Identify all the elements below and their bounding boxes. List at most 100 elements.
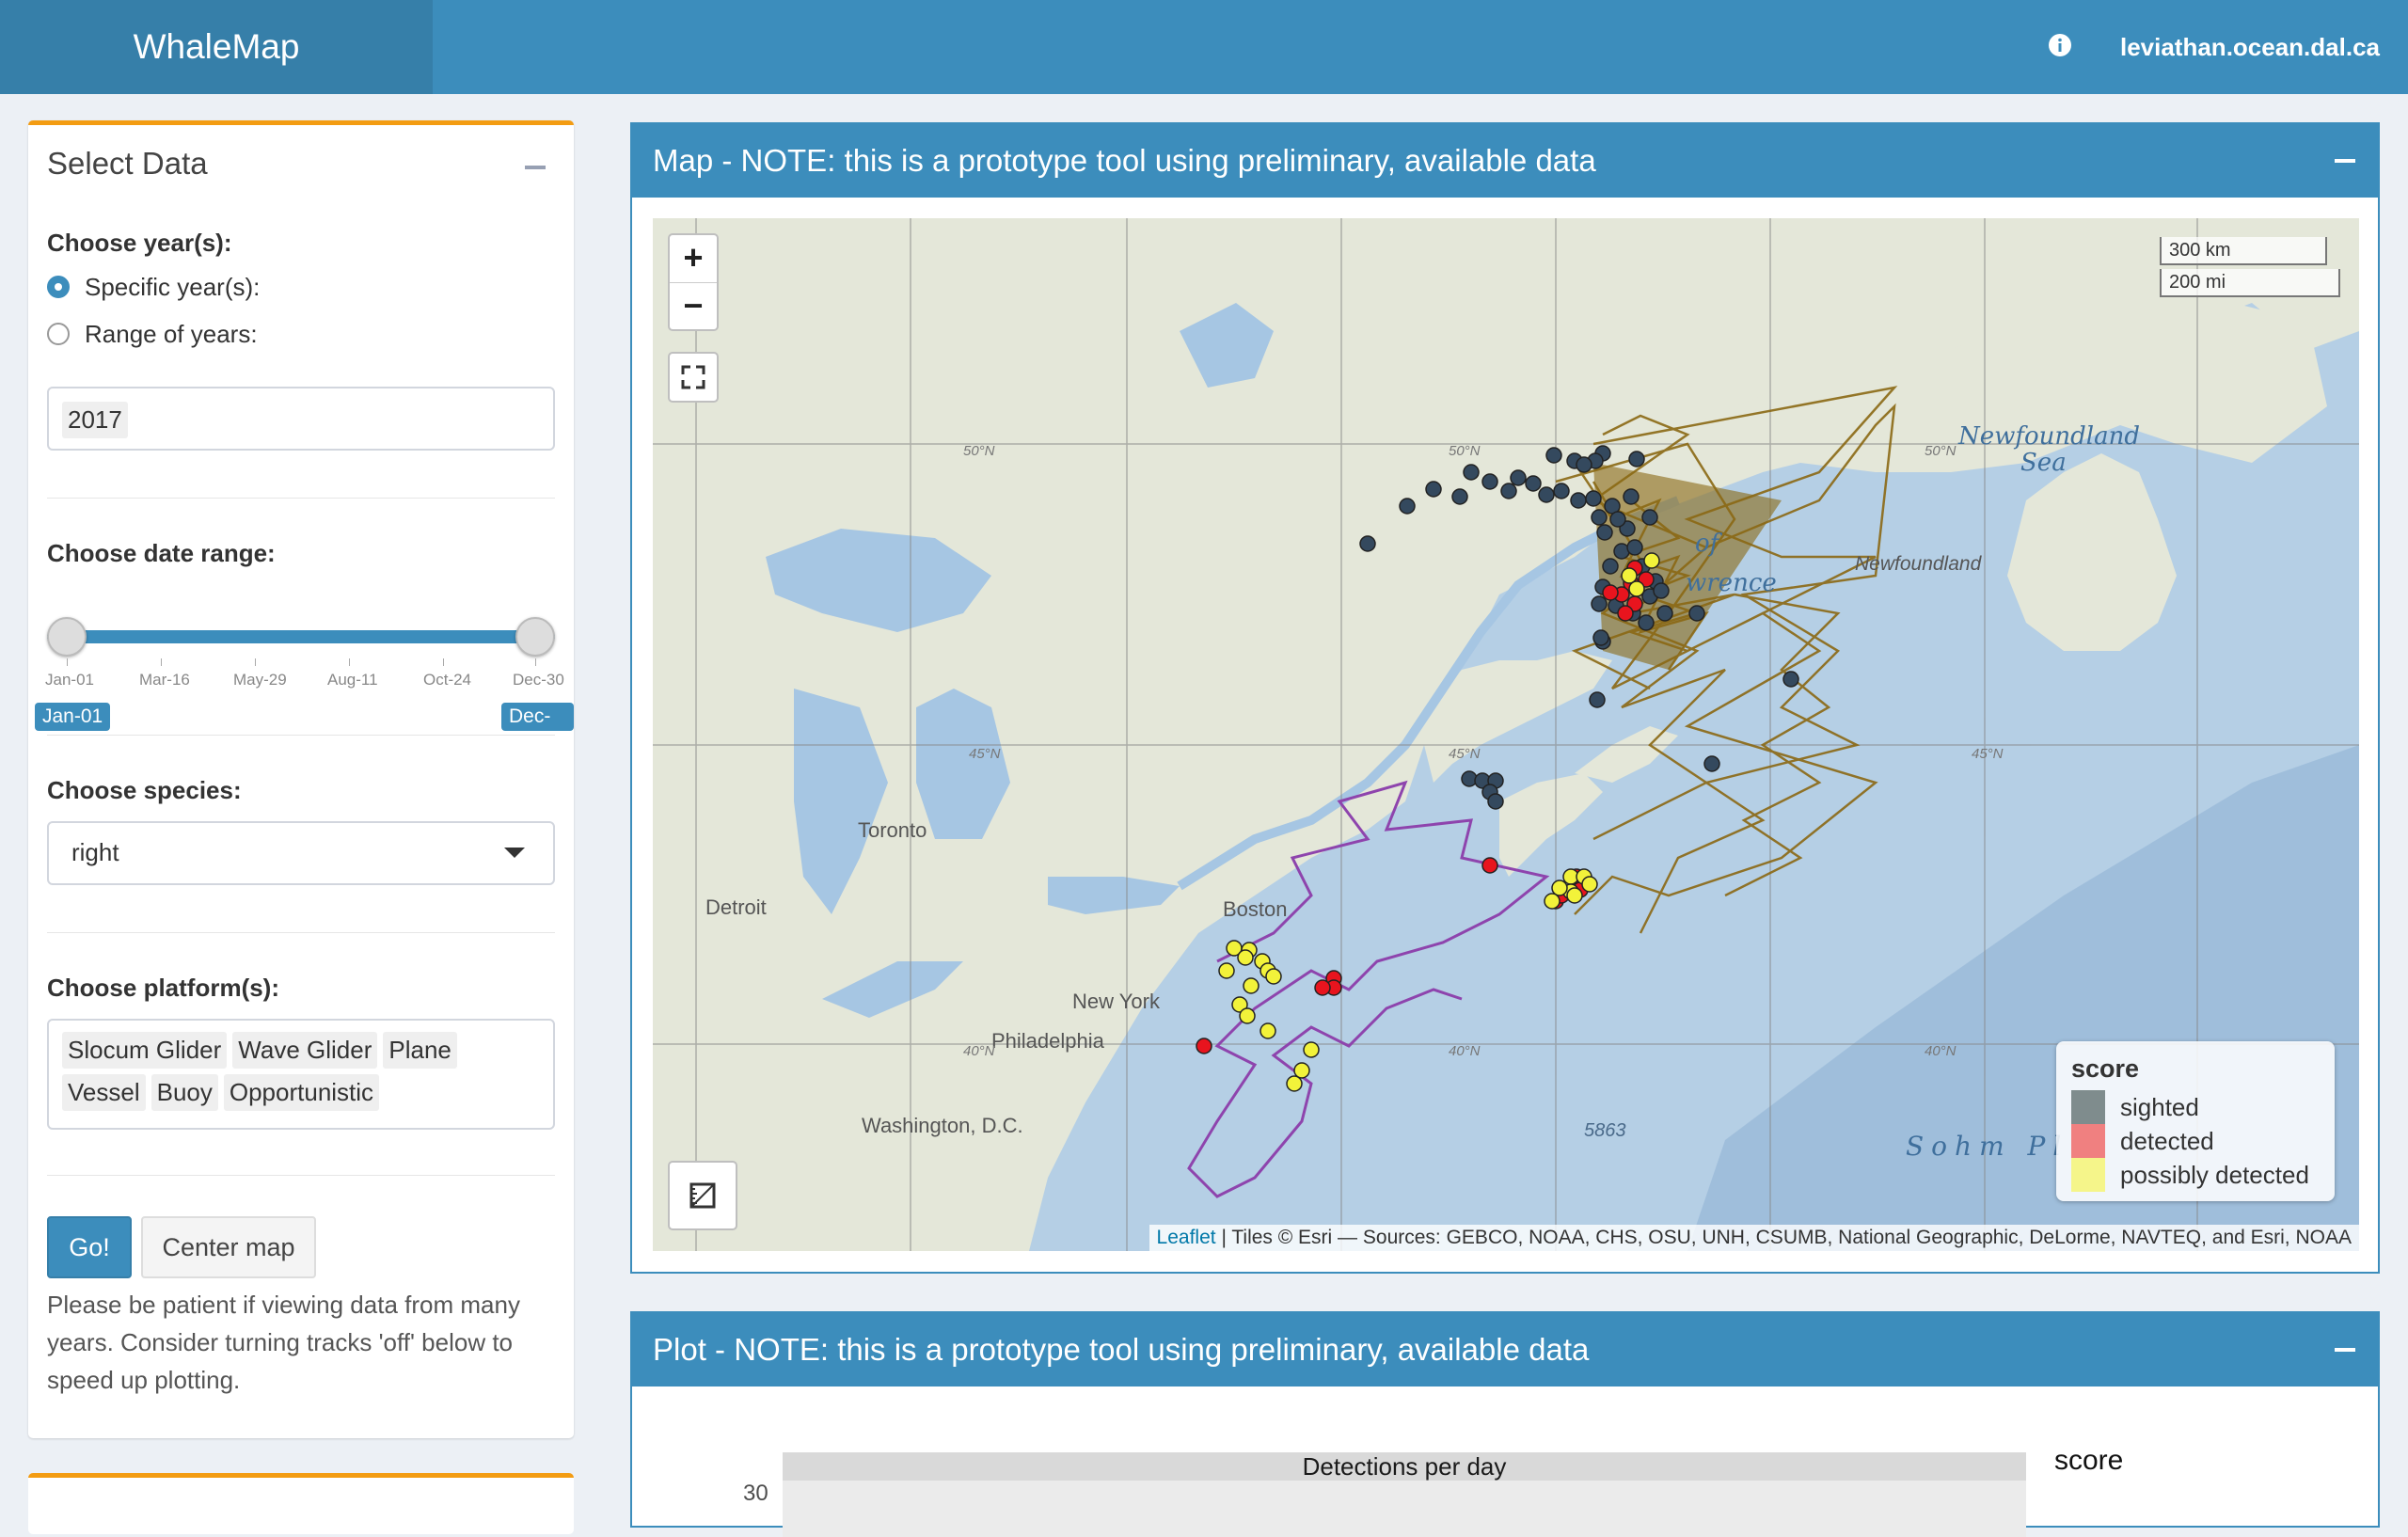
whale-point[interactable] [1553,483,1570,499]
radio-unchecked-icon[interactable] [47,323,70,345]
whale-point[interactable] [1688,605,1705,622]
whale-point[interactable] [1239,1007,1256,1024]
whale-point[interactable] [1602,558,1619,575]
zoom-out-button[interactable]: − [670,283,717,330]
whale-point[interactable] [1602,584,1619,601]
whale-point[interactable] [1425,481,1442,498]
whale-point[interactable] [1617,605,1634,622]
whale-point[interactable] [1592,629,1609,646]
whale-point[interactable] [1596,524,1613,541]
slider-tick-label: Mar-16 [139,671,190,689]
whale-point[interactable] [1591,509,1608,526]
whale-point[interactable] [1703,755,1720,772]
plot-panel[interactable] [783,1481,2026,1537]
whale-point[interactable] [1626,539,1643,556]
whale-point[interactable] [1538,486,1555,503]
whale-point[interactable] [1566,887,1583,904]
measure-button[interactable] [668,1161,737,1230]
whale-point[interactable] [1510,469,1527,486]
whale-point[interactable] [1314,979,1331,996]
go-button[interactable]: Go! [47,1216,132,1278]
platform-label: Choose platform(s): [47,974,279,1002]
species-select[interactable]: right [47,821,555,885]
legend-label: sighted [2120,1092,2199,1121]
whale-point[interactable] [1589,691,1606,708]
whale-point[interactable] [1570,492,1587,509]
whale-point[interactable] [1463,464,1480,481]
whale-point[interactable] [1481,473,1498,490]
radio-range-years[interactable]: Range of years: [47,317,258,351]
whale-point[interactable] [1576,456,1592,473]
plot-title: Plot - NOTE: this is a prototype tool us… [653,1332,1590,1367]
whale-point[interactable] [1487,793,1504,810]
whale-point[interactable] [1259,1022,1276,1039]
customize-box [28,1473,574,1534]
whale-point[interactable] [1591,595,1608,612]
slider-tick-label: Jan-01 [45,671,94,689]
whale-point[interactable] [1500,483,1517,499]
whale-point[interactable] [1399,498,1416,515]
platform-select-input[interactable]: Slocum Glider Wave Glider Plane Vessel Buoy… [47,1019,555,1130]
whale-point[interactable] [1218,962,1235,979]
radio-specific-years[interactable]: Specific year(s): [47,270,260,304]
collapse-icon[interactable] [2335,1348,2355,1352]
app-logo[interactable]: WhaleMap [0,0,433,94]
whale-point[interactable] [1237,949,1254,966]
platform-chip[interactable]: Opportunistic [223,1074,380,1111]
zoom-in-button[interactable]: + [670,235,717,283]
slider-handle-to[interactable] [515,617,555,657]
slider-handle-from[interactable] [47,617,87,657]
whale-point[interactable] [1451,488,1468,505]
platform-chip[interactable]: Slocum Glider [62,1032,228,1069]
year-label: Choose year(s): [47,229,232,257]
platform-chip[interactable]: Vessel [62,1074,146,1111]
zoom-control[interactable]: + − [668,233,719,331]
grid-label: 40°N [963,1043,995,1059]
whale-point[interactable] [1286,1075,1303,1092]
whale-point[interactable] [1303,1041,1320,1058]
collapse-icon[interactable] [525,166,546,169]
whale-point[interactable] [1628,580,1645,597]
year-chip[interactable]: 2017 [62,402,128,438]
collapse-icon[interactable] [2335,159,2355,163]
divider [47,498,555,499]
whale-point[interactable] [1243,977,1259,994]
whale-point[interactable] [1653,582,1670,599]
whale-point[interactable] [1481,857,1498,874]
whale-point[interactable] [1545,447,1562,464]
whale-point[interactable] [1585,490,1602,507]
slider-tick [535,658,536,666]
info-icon[interactable] [2049,34,2071,56]
whale-point[interactable] [1656,605,1673,622]
attribution-text: | Tiles © Esri — Sources: GEBCO, NOAA, C… [1215,1227,2352,1248]
whale-point[interactable] [1196,1038,1212,1054]
platform-chip[interactable]: Wave Glider [232,1032,378,1069]
whale-point[interactable] [1628,451,1645,467]
platform-chip[interactable]: Buoy [150,1074,218,1111]
host-link[interactable]: leviathan.ocean.dal.ca [2120,0,2380,94]
chevron-down-icon[interactable] [504,848,525,858]
whale-point[interactable] [1641,509,1658,526]
whale-point[interactable] [1581,876,1598,893]
map-attribution: Leaflet | Tiles © Esri — Sources: GEBCO,… [1149,1225,2359,1251]
whale-point[interactable] [1643,552,1660,569]
platform-chip[interactable]: Plane [383,1032,457,1069]
whale-point[interactable] [1609,511,1626,528]
slider-tick [67,658,68,666]
year-select-input[interactable]: 2017 [47,387,555,451]
top-navbar: WhaleMap leviathan.ocean.dal.ca [0,0,2408,94]
fullscreen-button[interactable] [668,352,719,403]
leaflet-map[interactable]: Newfoundland Sea Newfoundland of wrence … [653,218,2359,1251]
date-slider-track[interactable] [47,630,555,643]
whale-point[interactable] [1623,488,1640,505]
radio-checked-icon[interactable] [47,276,70,298]
leaflet-link[interactable]: Leaflet [1157,1227,1216,1248]
legend-swatch [2071,1090,2105,1124]
center-map-button[interactable]: Center map [141,1216,316,1278]
whale-point[interactable] [1638,614,1655,631]
whale-point[interactable] [1782,671,1799,688]
whale-point[interactable] [1544,893,1560,910]
whale-point[interactable] [1359,535,1376,552]
whale-point[interactable] [1265,968,1282,985]
whale-point[interactable] [1525,475,1542,492]
